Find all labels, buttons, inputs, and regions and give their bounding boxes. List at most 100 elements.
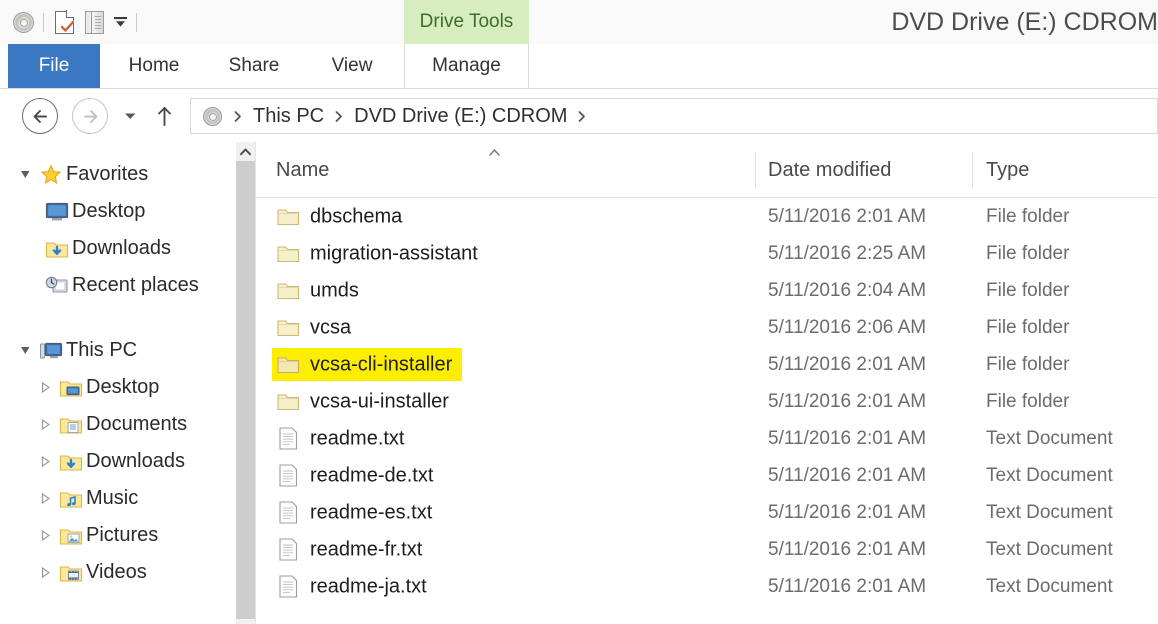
- file-name: readme-ja.txt: [310, 575, 427, 597]
- text-file-icon: [276, 538, 300, 562]
- recent-locations-button[interactable]: [116, 98, 144, 134]
- tab-share[interactable]: Share: [206, 44, 302, 88]
- expand-triangle-icon[interactable]: [34, 419, 56, 430]
- breadcrumb-chevron-icon-2[interactable]: [567, 110, 597, 122]
- file-type: Text Document: [986, 501, 1113, 523]
- sidebar-item-pictures[interactable]: Pictures: [0, 517, 255, 554]
- forward-button[interactable]: [72, 98, 108, 134]
- breadcrumb-chevron-icon-1[interactable]: [324, 110, 354, 122]
- file-date: 5/11/2016 2:01 AM: [768, 538, 927, 560]
- file-type: Text Document: [986, 538, 1113, 560]
- sidebar-item-favorites[interactable]: Favorites: [0, 156, 255, 193]
- sidebar-item-this-pc[interactable]: This PC: [0, 332, 255, 369]
- table-row[interactable]: vcsa-cli-installer 5/11/2016 2:01 AM Fil…: [256, 346, 1158, 383]
- desktop-folder-icon: [56, 378, 86, 398]
- collapse-triangle-icon[interactable]: [14, 345, 36, 356]
- file-date: 5/11/2016 2:01 AM: [768, 205, 927, 227]
- back-button[interactable]: [22, 98, 58, 134]
- new-item-icon[interactable]: [49, 7, 79, 37]
- column-header-name[interactable]: Name: [276, 142, 329, 198]
- file-name: readme-de.txt: [310, 464, 434, 486]
- tab-file[interactable]: File: [8, 44, 100, 88]
- chevron-down-icon[interactable]: [109, 7, 131, 37]
- column-header-type[interactable]: Type: [986, 142, 1029, 198]
- title-bar: DVD Drive (E:) CDROM: [0, 0, 1158, 44]
- tab-manage[interactable]: Manage: [404, 44, 529, 88]
- sidebar-label: Desktop: [86, 376, 160, 398]
- downloads-folder-icon: [42, 239, 72, 259]
- computer-icon: [36, 341, 66, 361]
- table-row[interactable]: dbschema 5/11/2016 2:01 AM File folder: [256, 198, 1158, 235]
- file-type: Text Document: [986, 464, 1113, 486]
- breadcrumb-chevron-icon-0[interactable]: [223, 110, 253, 122]
- table-row[interactable]: readme-de.txt 5/11/2016 2:01 AM Text Doc…: [256, 457, 1158, 494]
- sidebar-item-music[interactable]: Music: [0, 480, 255, 517]
- table-row[interactable]: migration-assistant 5/11/2016 2:25 AM Fi…: [256, 235, 1158, 272]
- file-name: readme.txt: [310, 427, 405, 449]
- folder-icon: [276, 242, 300, 266]
- expand-triangle-icon[interactable]: [34, 493, 56, 504]
- expand-triangle-icon[interactable]: [34, 567, 56, 578]
- file-list-pane: Name Date modified Type dbschema 5/11/20…: [256, 142, 1158, 624]
- sidebar-scrollbar-thumb[interactable]: [236, 161, 255, 619]
- file-date: 5/11/2016 2:01 AM: [768, 427, 927, 449]
- table-row[interactable]: umds 5/11/2016 2:04 AM File folder: [256, 272, 1158, 309]
- file-date: 5/11/2016 2:01 AM: [768, 575, 927, 597]
- tab-home[interactable]: Home: [108, 44, 200, 88]
- documents-folder-icon: [56, 415, 86, 435]
- chevron-up-icon[interactable]: [236, 142, 255, 161]
- sidebar-item-documents[interactable]: Documents: [0, 406, 255, 443]
- file-name: dbschema: [310, 205, 403, 227]
- sidebar-label: Documents: [86, 413, 188, 435]
- breadcrumb-item-this-pc[interactable]: This PC: [253, 105, 324, 128]
- folder-icon: [276, 316, 300, 340]
- breadcrumb-disc-icon: [201, 105, 223, 127]
- sidebar-item-downloads[interactable]: Downloads: [0, 443, 255, 480]
- file-type: Text Document: [986, 575, 1113, 597]
- explorer-body: Favorites Desktop Downloads Recent place…: [0, 142, 1158, 624]
- breadcrumb-item-dvd-drive[interactable]: DVD Drive (E:) CDROM: [354, 105, 567, 128]
- sidebar-label: Recent places: [72, 274, 199, 296]
- table-row[interactable]: readme-fr.txt 5/11/2016 2:01 AM Text Doc…: [256, 531, 1158, 568]
- folder-icon: [276, 390, 300, 414]
- file-type: File folder: [986, 390, 1070, 412]
- text-file-icon: [276, 464, 300, 488]
- file-date: 5/11/2016 2:04 AM: [768, 279, 927, 301]
- breadcrumb[interactable]: This PC DVD Drive (E:) CDROM: [190, 98, 1158, 134]
- collapse-triangle-icon[interactable]: [14, 169, 36, 180]
- column-header-date-modified[interactable]: Date modified: [768, 142, 891, 198]
- column-divider-1[interactable]: [755, 152, 756, 188]
- expand-triangle-icon[interactable]: [34, 530, 56, 541]
- expand-triangle-icon[interactable]: [34, 456, 56, 467]
- table-row[interactable]: readme.txt 5/11/2016 2:01 AM Text Docume…: [256, 420, 1158, 457]
- sidebar-scrollbar[interactable]: [236, 142, 255, 624]
- expand-triangle-icon[interactable]: [34, 382, 56, 393]
- folder-icon: [276, 353, 300, 377]
- sidebar-item-videos[interactable]: Videos: [0, 554, 255, 591]
- table-row[interactable]: vcsa 5/11/2016 2:06 AM File folder: [256, 309, 1158, 346]
- file-type: File folder: [986, 279, 1070, 301]
- sidebar-item-desktop-fav[interactable]: Desktop: [0, 193, 255, 230]
- sidebar-label: Music: [86, 487, 139, 509]
- sidebar-label: Downloads: [86, 450, 185, 472]
- file-type: Text Document: [986, 427, 1113, 449]
- table-row[interactable]: readme-ja.txt 5/11/2016 2:01 AM Text Doc…: [256, 568, 1158, 605]
- tab-view[interactable]: View: [308, 44, 396, 88]
- up-button[interactable]: [150, 98, 178, 134]
- table-row[interactable]: readme-es.txt 5/11/2016 2:01 AM Text Doc…: [256, 494, 1158, 531]
- file-type: File folder: [986, 205, 1070, 227]
- text-file-icon: [276, 501, 300, 525]
- table-row[interactable]: vcsa-ui-installer 5/11/2016 2:01 AM File…: [256, 383, 1158, 420]
- file-date: 5/11/2016 2:01 AM: [768, 390, 927, 412]
- file-name: vcsa-ui-installer: [310, 390, 449, 412]
- sidebar-item-recent-places[interactable]: Recent places: [0, 267, 255, 304]
- sidebar-item-downloads-fav[interactable]: Downloads: [0, 230, 255, 267]
- properties-icon[interactable]: [79, 7, 109, 37]
- sidebar-item-desktop[interactable]: Desktop: [0, 369, 255, 406]
- videos-folder-icon: [56, 563, 86, 583]
- toolbar-separator-2: [136, 12, 137, 32]
- music-folder-icon: [56, 489, 86, 509]
- disc-icon[interactable]: [8, 7, 38, 37]
- column-divider-2[interactable]: [972, 152, 973, 188]
- folder-tree: Favorites Desktop Downloads Recent place…: [0, 142, 255, 591]
